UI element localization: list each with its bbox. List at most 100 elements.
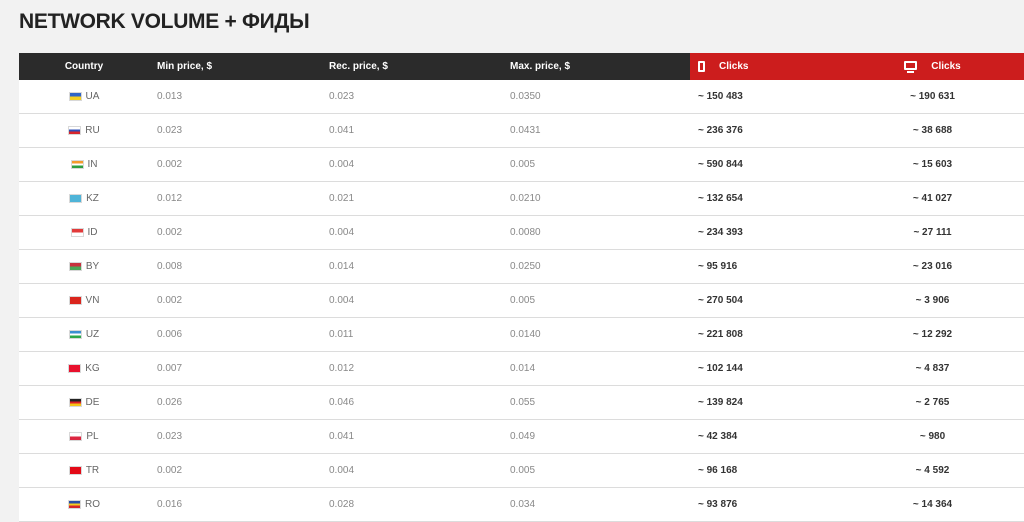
- max-price-cell: 0.055: [510, 397, 536, 408]
- max-price-cell: 0.005: [510, 465, 536, 476]
- max-price-cell: 0.0431: [510, 125, 541, 136]
- header-min-price[interactable]: Min price, $: [149, 53, 320, 80]
- min-price-cell: 0.026: [157, 397, 183, 408]
- country-cell: VN: [19, 284, 149, 317]
- country-code: RU: [85, 125, 100, 136]
- min-price-cell: 0.012: [157, 193, 183, 204]
- desktop-clicks-cell: ~ 23 016: [912, 261, 953, 272]
- max-price-cell: 0.034: [510, 499, 536, 510]
- country-flag-icon: [70, 228, 84, 237]
- max-price-cell: 0.0250: [510, 261, 541, 272]
- desktop-clicks-cell: ~ 15 603: [912, 159, 953, 170]
- country-flag-icon: [68, 92, 82, 101]
- country-code: DE: [85, 397, 100, 408]
- country-code: PL: [86, 431, 99, 442]
- country-code: TR: [85, 465, 100, 476]
- min-price-cell: 0.023: [157, 125, 183, 136]
- country-cell: KG: [19, 352, 149, 385]
- mobile-clicks-cell: ~ 234 393: [698, 227, 743, 238]
- desktop-clicks-cell: ~ 14 364: [912, 499, 953, 510]
- rec-price-cell: 0.028: [329, 499, 355, 510]
- country-code: ID: [87, 227, 98, 238]
- table-row: IN 0.002 0.004 0.005 ~ 590 844 ~ 15 603: [19, 148, 1024, 182]
- mobile-clicks-cell: ~ 221 808: [698, 329, 743, 340]
- rec-price-cell: 0.023: [329, 91, 355, 102]
- table-row: RU 0.023 0.041 0.0431 ~ 236 376 ~ 38 688: [19, 114, 1024, 148]
- desktop-clicks-cell: ~ 4 837: [915, 363, 950, 374]
- table-row: VN 0.002 0.004 0.005 ~ 270 504 ~ 3 906: [19, 284, 1024, 318]
- max-price-cell: 0.005: [510, 159, 536, 170]
- country-code: RO: [85, 499, 100, 510]
- country-flag-icon: [69, 432, 83, 441]
- header-max-price[interactable]: Max. price, $: [501, 53, 690, 80]
- min-price-cell: 0.002: [157, 295, 183, 306]
- desktop-clicks-cell: ~ 2 765: [915, 397, 950, 408]
- country-cell: UZ: [19, 318, 149, 351]
- country-flag-icon: [68, 296, 82, 305]
- table-header: Country Min price, $ Rec. price, $ Max. …: [19, 53, 1024, 80]
- mobile-clicks-cell: ~ 102 144: [698, 363, 743, 374]
- header-mobile-clicks[interactable]: Clicks: [690, 53, 849, 80]
- country-cell: KZ: [19, 182, 149, 215]
- mobile-clicks-cell: ~ 132 654: [698, 193, 743, 204]
- country-cell: RO: [19, 488, 149, 521]
- page-title: NETWORK VOLUME + ФИДЫ: [19, 10, 310, 33]
- country-code: UA: [85, 91, 100, 102]
- mobile-phone-icon: [698, 61, 705, 72]
- max-price-cell: 0.005: [510, 295, 536, 306]
- min-price-cell: 0.007: [157, 363, 183, 374]
- rec-price-cell: 0.004: [329, 227, 355, 238]
- country-flag-icon: [68, 398, 82, 407]
- mobile-clicks-cell: ~ 236 376: [698, 125, 743, 136]
- mobile-clicks-cell: ~ 139 824: [698, 397, 743, 408]
- country-cell: UA: [19, 80, 149, 113]
- country-flag-icon: [68, 500, 81, 509]
- rec-price-cell: 0.041: [329, 125, 355, 136]
- rec-price-cell: 0.004: [329, 465, 355, 476]
- header-desktop-clicks[interactable]: Clicks: [849, 53, 1024, 80]
- table-row: TR 0.002 0.004 0.005 ~ 96 168 ~ 4 592: [19, 454, 1024, 488]
- country-cell: ID: [19, 216, 149, 249]
- table-row: RO 0.016 0.028 0.034 ~ 93 876 ~ 14 364: [19, 488, 1024, 522]
- mobile-clicks-cell: ~ 42 384: [698, 431, 738, 442]
- mobile-clicks-cell: ~ 590 844: [698, 159, 743, 170]
- country-flag-icon: [68, 262, 82, 271]
- country-cell: IN: [19, 148, 149, 181]
- mobile-clicks-cell: ~ 96 168: [698, 465, 738, 476]
- table-row: UA 0.013 0.023 0.0350 ~ 150 483 ~ 190 631: [19, 80, 1024, 114]
- country-code: UZ: [85, 329, 100, 340]
- desktop-clicks-cell: ~ 12 292: [912, 329, 953, 340]
- header-rec-price[interactable]: Rec. price, $: [320, 53, 501, 80]
- header-country[interactable]: Country: [19, 53, 149, 80]
- max-price-cell: 0.0350: [510, 91, 541, 102]
- country-flag-icon: [70, 160, 84, 169]
- mobile-clicks-cell: ~ 150 483: [698, 91, 743, 102]
- rec-price-cell: 0.004: [329, 295, 355, 306]
- max-price-cell: 0.0210: [510, 193, 541, 204]
- min-price-cell: 0.013: [157, 91, 183, 102]
- table-row: KG 0.007 0.012 0.014 ~ 102 144 ~ 4 837: [19, 352, 1024, 386]
- table-row: UZ 0.006 0.011 0.0140 ~ 221 808 ~ 12 292: [19, 318, 1024, 352]
- country-flag-icon: [68, 466, 82, 475]
- rec-price-cell: 0.012: [329, 363, 355, 374]
- country-flag-icon: [68, 330, 82, 339]
- max-price-cell: 0.0140: [510, 329, 541, 340]
- country-cell: PL: [19, 420, 149, 453]
- desktop-clicks-cell: ~ 38 688: [912, 125, 953, 136]
- desktop-clicks-cell: ~ 27 111: [913, 227, 952, 238]
- country-cell: BY: [19, 250, 149, 283]
- rec-price-cell: 0.041: [329, 431, 355, 442]
- country-code: KG: [85, 363, 100, 374]
- rec-price-cell: 0.014: [329, 261, 355, 272]
- rec-price-cell: 0.021: [329, 193, 355, 204]
- desktop-clicks-cell: ~ 190 631: [910, 91, 955, 102]
- table-row: BY 0.008 0.014 0.0250 ~ 95 916 ~ 23 016: [19, 250, 1024, 284]
- desktop-clicks-cell: ~ 41 027: [912, 193, 953, 204]
- header-mobile-clicks-label: Clicks: [719, 61, 749, 72]
- min-price-cell: 0.008: [157, 261, 183, 272]
- max-price-cell: 0.014: [510, 363, 536, 374]
- desktop-clicks-cell: ~ 3 906: [915, 295, 950, 306]
- min-price-cell: 0.023: [157, 431, 183, 442]
- country-flag-icon: [68, 126, 82, 135]
- network-volume-table: Country Min price, $ Rec. price, $ Max. …: [19, 53, 1024, 522]
